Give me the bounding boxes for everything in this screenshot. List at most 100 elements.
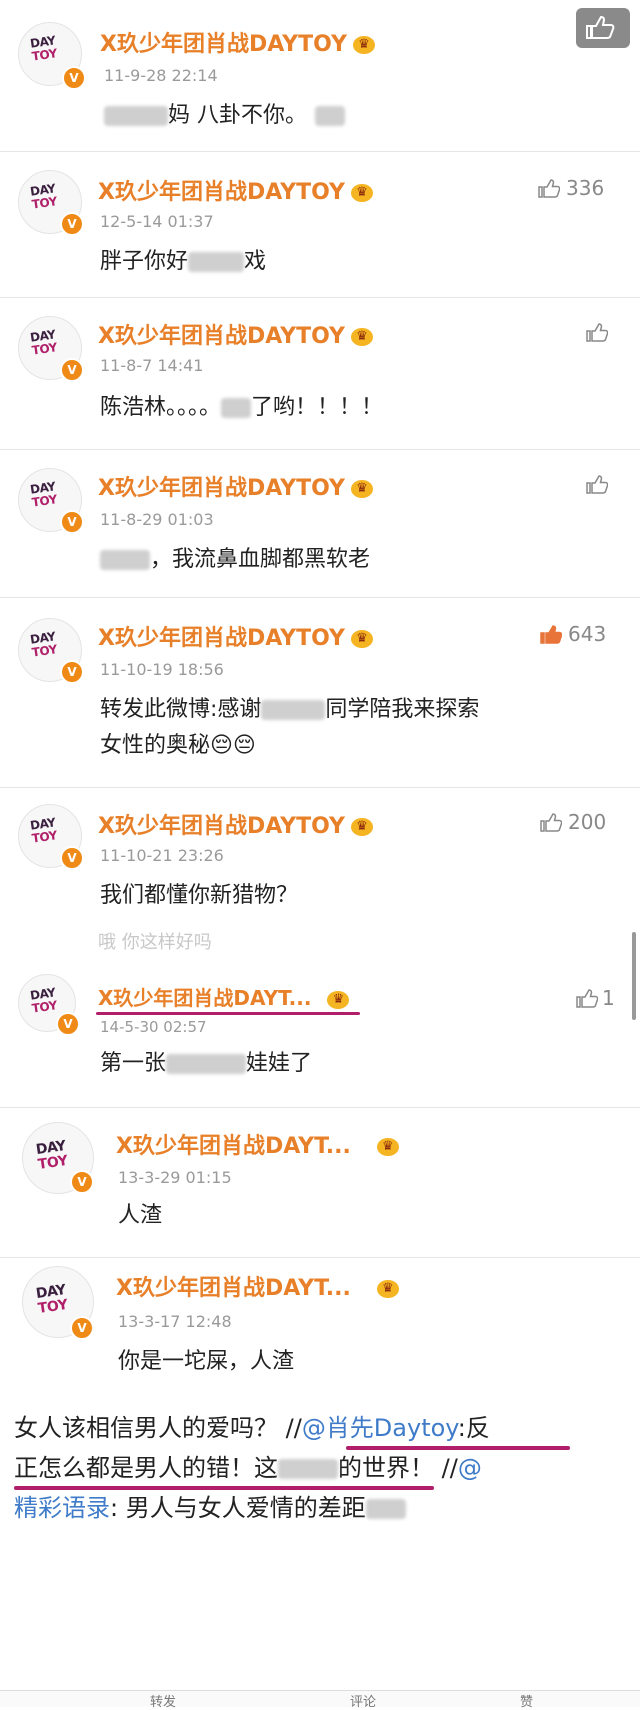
- verified-badge-icon: V: [70, 1170, 94, 1194]
- daytoy-logo: DAY TOY: [29, 327, 58, 358]
- comment-item: DAY TOY V X玖少年团肖战DAYTOY ♛ 11-9-28 22:14 妈 …: [0, 0, 640, 152]
- verified-badge-icon: V: [70, 1316, 94, 1340]
- comment-time: 11-8-7 14:41: [100, 356, 204, 375]
- like-button[interactable]: 200: [540, 810, 606, 834]
- weibo-post-text: 女人该相信男人的爱吗？ //@肖先Daytoy:反 正怎么都是男人的错！这 的世界…: [14, 1408, 634, 1528]
- verified-badge-icon: V: [60, 510, 84, 534]
- comment-username[interactable]: X玖少年团肖战DAYT... ♛: [98, 982, 350, 1011]
- comment-text: ，我流鼻血脚都黑软老: [100, 544, 370, 576]
- verified-badge-icon: V: [60, 358, 84, 382]
- thumb-up-icon: [586, 475, 608, 494]
- comment-text: 妈 八卦不你。: [104, 100, 345, 132]
- like-bar-button[interactable]: 赞: [520, 1691, 533, 1710]
- like-count: 200: [568, 810, 607, 834]
- comment-item: DAY TOY V X玖少年团肖战DAYTOY ♛ 200 11-10-21 23:…: [0, 788, 640, 928]
- crown-icon: ♛: [350, 630, 373, 648]
- comment-text: 胖子你好戏: [100, 249, 267, 274]
- crown-icon: ♛: [350, 184, 373, 202]
- faded-comment-text: 哦 你这样好吗: [98, 932, 212, 953]
- comment-text: 我们都懂你新猎物？: [100, 883, 299, 908]
- weibo-line-3: 精彩语录: 男人与女人爱情的差距: [14, 1488, 634, 1528]
- comment-button[interactable]: 评论: [350, 1691, 376, 1710]
- redacted-blur: [104, 106, 168, 126]
- comment-username[interactable]: X玖少年团肖战DAYTOY ♛: [98, 620, 373, 652]
- highlight-underline: [96, 1012, 360, 1015]
- daytoy-logo: DAY TOY: [34, 1282, 69, 1317]
- comment-time: 11-8-29 01:03: [100, 510, 214, 529]
- weibo-line-1: 女人该相信男人的爱吗？ //@肖先Daytoy:反: [14, 1414, 490, 1442]
- highlight-underline: [14, 1486, 434, 1490]
- comment-time: 12-5-14 01:37: [100, 212, 214, 231]
- comment-item: DAY TOY V X玖少年团肖战DAYTOY ♛ 336 12-5-14 01:3…: [0, 152, 640, 298]
- like-button[interactable]: [586, 320, 608, 344]
- comment-item: DAY TOY V X玖少年团肖战DAYTOY ♛ 643 11-10-19 18:…: [0, 598, 640, 788]
- comment-item: DAY TOY V X玖少年团肖战DAYT... ♛ 13-3-17 12:48 你…: [0, 1258, 640, 1392]
- verified-badge-icon: V: [60, 212, 84, 236]
- comment-time: 13-3-29 01:15: [118, 1168, 232, 1187]
- thumb-up-icon: [538, 179, 560, 198]
- like-count: 336: [566, 176, 605, 200]
- verified-badge-icon: V: [60, 660, 84, 684]
- comment-text-line2: 女性的奥秘😔😔: [100, 733, 256, 758]
- redacted-blur: [188, 252, 245, 272]
- daytoy-logo: DAY TOY: [29, 33, 58, 64]
- daytoy-logo: DAY TOY: [29, 815, 58, 846]
- comment-username[interactable]: X玖少年团肖战DAYTOY ♛: [100, 26, 375, 58]
- crown-icon: ♛: [376, 1280, 399, 1298]
- thumb-up-filled-icon: [540, 625, 562, 644]
- crown-icon: ♛: [350, 818, 373, 836]
- redacted-blur: [221, 398, 252, 418]
- crown-icon: ♛: [327, 990, 350, 1009]
- comment-item: DAY TOY V X玖少年团肖战DAYT... ♛ 1 14-5-30 02:57…: [0, 960, 640, 1108]
- comment-item: DAY TOY V X玖少年团肖战DAYTOY ♛ 11-8-7 14:41 陈浩林…: [0, 298, 640, 450]
- comment-time: 11-9-28 22:14: [104, 66, 218, 85]
- verified-badge-icon: V: [56, 1012, 80, 1036]
- mention-link[interactable]: @: [458, 1454, 482, 1482]
- comment-text: 第一张 娃娃了: [100, 1051, 313, 1076]
- thumb-up-icon: [576, 989, 598, 1008]
- redacted-blur: [278, 1459, 338, 1479]
- comment-username[interactable]: X玖少年团肖战DAYT... ♛: [116, 1128, 399, 1160]
- comment-username[interactable]: X玖少年团肖战DAYTOY ♛: [98, 318, 373, 350]
- daytoy-logo: DAY TOY: [34, 1138, 69, 1173]
- comment-username[interactable]: X玖少年团肖战DAYTOY ♛: [98, 174, 373, 206]
- repost-button[interactable]: 转发: [150, 1691, 176, 1710]
- mention-link[interactable]: 精彩语录: [14, 1494, 110, 1522]
- comment-time: 14-5-30 02:57: [100, 1018, 207, 1036]
- comment-text: 人渣: [118, 1203, 163, 1228]
- crown-icon: ♛: [352, 36, 375, 54]
- crown-icon: ♛: [350, 328, 373, 346]
- verified-badge-icon: V: [60, 846, 84, 870]
- comment-time: 13-3-17 12:48: [118, 1312, 232, 1331]
- redacted-blur: [261, 700, 326, 720]
- comment-username[interactable]: X玖少年团肖战DAYTOY ♛: [98, 470, 373, 502]
- comment-text: 陈浩林。。。。 了哟！！！！: [100, 395, 384, 420]
- like-button[interactable]: 1: [576, 986, 615, 1010]
- mention-link[interactable]: @肖先Daytoy: [302, 1414, 458, 1442]
- comment-text: 你是一坨屎，人渣: [118, 1349, 295, 1374]
- redacted-blur: [166, 1054, 247, 1074]
- verified-badge-icon: V: [62, 66, 86, 90]
- like-button[interactable]: 643: [540, 622, 606, 646]
- bottom-action-bar: 转发 评论 赞: [0, 1690, 640, 1710]
- like-count: 1: [602, 986, 615, 1010]
- crown-icon: ♛: [350, 480, 373, 498]
- thumb-up-icon: [586, 323, 608, 342]
- redacted-blur: [365, 1499, 406, 1519]
- crown-icon: ♛: [376, 1138, 399, 1156]
- comment-time: 11-10-19 18:56: [100, 660, 224, 679]
- daytoy-logo: DAY TOY: [29, 629, 58, 660]
- redacted-blur: [100, 550, 150, 570]
- comment-item: DAY TOY V X玖少年团肖战DAYTOY ♛ 11-8-29 01:03 ，我…: [0, 450, 640, 598]
- thumb-up-icon: [540, 813, 562, 832]
- like-button[interactable]: 336: [538, 176, 604, 200]
- comment-username[interactable]: X玖少年团肖战DAYT... ♛: [116, 1270, 399, 1302]
- daytoy-logo: DAY TOY: [29, 181, 58, 212]
- redacted-blur: [315, 106, 345, 126]
- comment-item: DAY TOY V X玖少年团肖战DAYT... ♛ 13-3-29 01:15 人…: [0, 1108, 640, 1258]
- comment-username[interactable]: X玖少年团肖战DAYTOY ♛: [98, 808, 373, 840]
- weibo-line-2: 正怎么都是男人的错！这 的世界！ //@: [14, 1454, 482, 1482]
- like-button[interactable]: [586, 472, 608, 496]
- comment-text: 转发此微博:感谢 同学陪我来探索: [100, 697, 480, 722]
- like-count: 643: [568, 622, 607, 646]
